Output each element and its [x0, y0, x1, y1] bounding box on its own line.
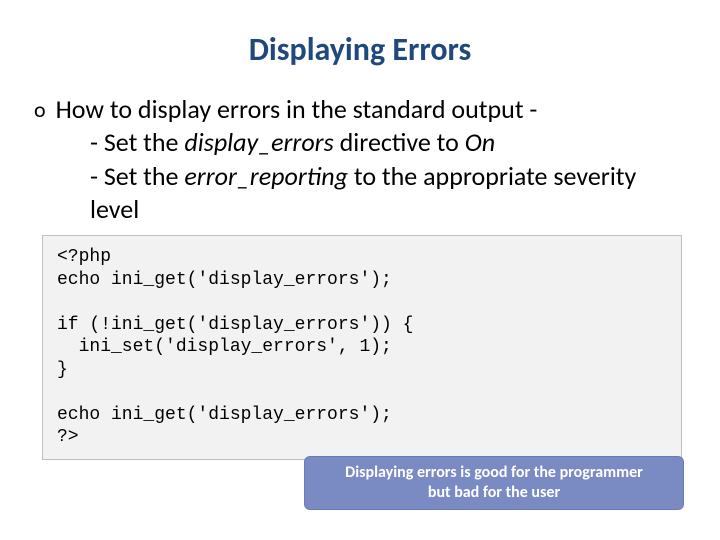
sub-item-2: - Set the error_reporting to the appropr…: [90, 160, 690, 225]
note-line-1: Displaying errors is good for the progra…: [345, 463, 643, 482]
bullet-item: o How to display errors in the standard …: [30, 93, 690, 126]
text: - Set the: [90, 126, 184, 158]
text: directive to: [334, 126, 465, 158]
note-callout: Displaying errors is good for the progra…: [304, 456, 684, 510]
directive-value: On: [465, 126, 495, 158]
bullet-text: How to display errors in the standard ou…: [56, 93, 690, 126]
directive-name: display_errors: [184, 126, 333, 158]
text: - Set the: [90, 160, 184, 192]
main-content: o How to display errors in the standard …: [30, 93, 690, 225]
code-block: <?php echo ini_get('display_errors'); if…: [42, 235, 682, 460]
directive-name: error_reporting: [184, 160, 348, 192]
note-line-2: but bad for the user: [315, 483, 673, 503]
bullet-marker-icon: o: [34, 96, 46, 124]
sub-item-1: - Set the display_errors directive to On: [90, 126, 690, 159]
slide-title: Displaying Errors: [30, 30, 690, 69]
sub-list: - Set the display_errors directive to On…: [90, 126, 690, 226]
slide: Displaying Errors o How to display error…: [0, 0, 720, 540]
